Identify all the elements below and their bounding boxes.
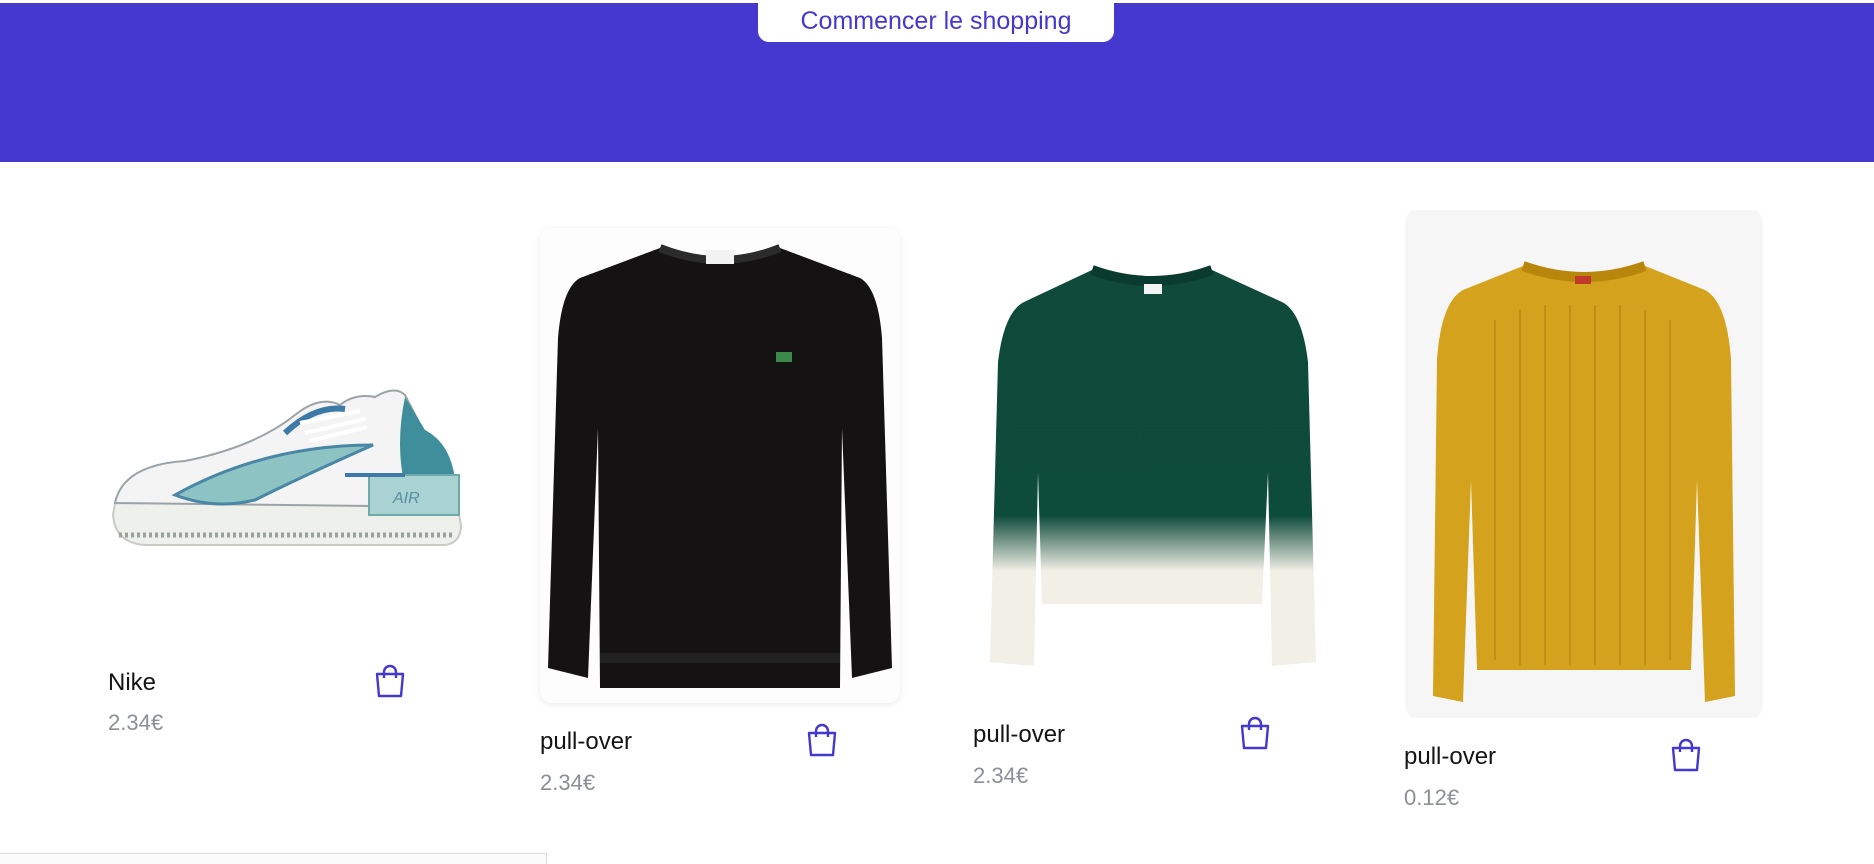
product-image[interactable]: AIR — [105, 375, 465, 555]
start-shopping-button[interactable]: Commencer le shopping — [758, 0, 1114, 42]
product-price: 2.34€ — [973, 763, 1029, 788]
shopping-bag-icon[interactable] — [1239, 716, 1271, 750]
product-name[interactable]: pull-over — [973, 721, 1065, 749]
product-price: 2.34€ — [540, 770, 596, 795]
product-image[interactable] — [1405, 210, 1763, 718]
product-name[interactable]: pull-over — [540, 728, 632, 756]
product-price: 2.34€ — [108, 710, 164, 735]
product-name[interactable]: pull-over — [1404, 743, 1496, 771]
footer-edge — [0, 853, 547, 864]
shopping-bag-icon[interactable] — [374, 664, 406, 698]
product-name[interactable]: Nike — [108, 669, 156, 697]
product-price: 0.12€ — [1404, 785, 1460, 810]
product-image[interactable] — [972, 252, 1334, 672]
svg-text:AIR: AIR — [392, 490, 420, 507]
shopping-bag-icon[interactable] — [1670, 738, 1702, 772]
product-image[interactable] — [540, 228, 900, 703]
shopping-bag-icon[interactable] — [806, 723, 838, 757]
